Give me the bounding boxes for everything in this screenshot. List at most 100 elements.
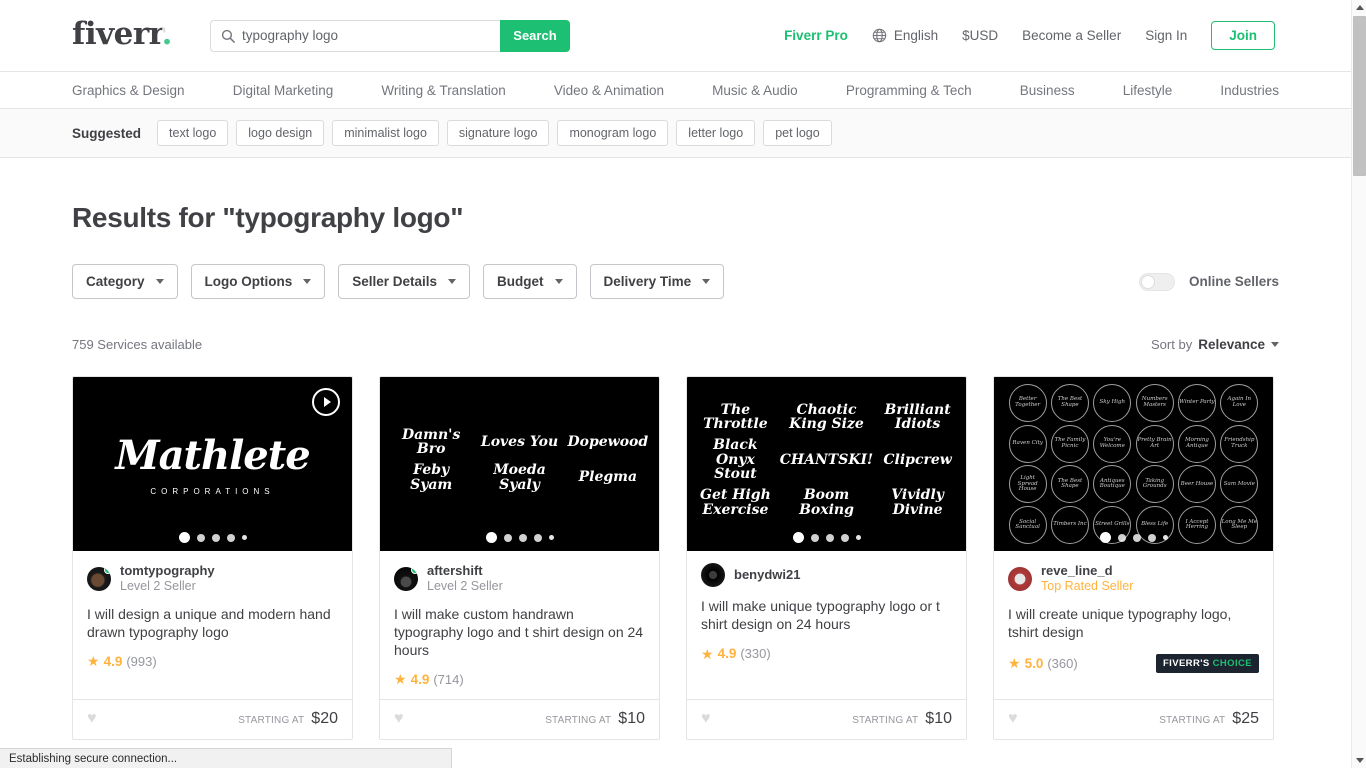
category-link-industries[interactable]: Industries (1220, 83, 1279, 98)
seller-name[interactable]: aftershift (427, 563, 503, 579)
heart-icon[interactable]: ♥ (701, 711, 711, 727)
artwork-cell: Moeda Syaly (493, 462, 546, 493)
nav-language[interactable]: English (872, 28, 938, 43)
filter-budget[interactable]: Budget (483, 264, 577, 299)
carousel-dot[interactable] (226, 533, 235, 542)
suggested-chip-logo-design[interactable]: logo design (236, 120, 325, 146)
category-link-graphics-design[interactable]: Graphics & Design (72, 83, 185, 98)
carousel-dot[interactable] (485, 532, 497, 543)
gig-title[interactable]: I will create unique typography logo, ts… (1008, 605, 1259, 641)
scroll-up-arrow-icon[interactable] (1352, 0, 1366, 15)
carousel-dot[interactable] (840, 533, 849, 542)
carousel-dot[interactable] (792, 532, 804, 543)
search-input-wrapper[interactable] (209, 19, 500, 52)
suggested-chip-monogram-logo[interactable]: monogram logo (557, 120, 669, 146)
online-sellers-toggle[interactable] (1138, 272, 1175, 291)
carousel-dot[interactable] (810, 533, 819, 542)
results-count: 759 Services available (72, 337, 203, 352)
gig-image[interactable]: Mathlete CORPORATIONS (73, 377, 352, 551)
suggested-chip-text-logo[interactable]: text logo (157, 120, 229, 146)
fiverr-logo-dot: . (161, 16, 172, 52)
artwork-main-text: Mathlete (115, 432, 310, 479)
suggested-chip-signature-logo[interactable]: signature logo (446, 120, 550, 146)
carousel-dot[interactable] (178, 532, 190, 543)
category-link-writing-translation[interactable]: Writing & Translation (381, 83, 505, 98)
carousel-dot[interactable] (1147, 533, 1156, 542)
filter-delivery-time[interactable]: Delivery Time (589, 264, 725, 299)
artwork-badge: The Best Shape (1050, 383, 1089, 422)
gig-seller[interactable]: tomtypography Level 2 Seller (87, 563, 338, 595)
nav-sign-in[interactable]: Sign In (1145, 28, 1187, 43)
scrollbar-thumb[interactable] (1353, 16, 1366, 176)
heart-icon[interactable]: ♥ (394, 711, 404, 727)
gig-image[interactable]: Better Together The Best Shape Sky High Num… (994, 377, 1273, 551)
carousel-dot[interactable] (518, 533, 527, 542)
carousel-dot[interactable] (1117, 533, 1126, 542)
gig-card[interactable]: Better Together The Best Shape Sky High Num… (993, 376, 1274, 740)
gig-seller[interactable]: reve_line_d Top Rated Seller (1008, 563, 1259, 595)
gig-rating: ★ 5.0 (360) FIVERR'S CHOICE (1008, 653, 1259, 685)
rating-count: (993) (126, 653, 157, 669)
rating-count: (360) (1047, 655, 1078, 671)
nav-fiverr-pro[interactable]: Fiverr Pro (784, 28, 848, 43)
filter-logo-options[interactable]: Logo Options (190, 264, 326, 299)
carousel-dot[interactable] (211, 533, 220, 542)
seller-meta: reve_line_d Top Rated Seller (1041, 563, 1133, 595)
gig-title[interactable]: I will design a unique and modern hand d… (87, 605, 338, 641)
carousel-dot[interactable] (241, 535, 247, 540)
play-video-icon[interactable] (312, 388, 340, 416)
join-button[interactable]: Join (1211, 21, 1275, 50)
gig-card[interactable]: Damn's Bro Loves You Dopewood Feby Syam Moed… (379, 376, 660, 740)
seller-name[interactable]: reve_line_d (1041, 563, 1133, 579)
gig-card[interactable]: Mathlete CORPORATIONS tomtypography Level 2… (72, 376, 353, 740)
search-button[interactable]: Search (499, 19, 570, 52)
heart-icon[interactable]: ♥ (87, 711, 97, 727)
gig-title[interactable]: I will make unique typography logo or t … (701, 597, 952, 633)
category-link-business[interactable]: Business (1020, 83, 1075, 98)
carousel-dot[interactable] (196, 533, 205, 542)
seller-name[interactable]: tomtypography (120, 563, 215, 579)
carousel-dot[interactable] (1162, 535, 1168, 540)
gig-seller[interactable]: benydwi21 (701, 563, 952, 587)
suggested-chip-minimalist-logo[interactable]: minimalist logo (332, 120, 439, 146)
carousel-dot[interactable] (825, 533, 834, 542)
gig-artwork: The Throttle Chaotic King Size Brilliant I… (687, 377, 966, 551)
artwork-badge: Numbers Masters (1135, 383, 1174, 422)
nav-currency[interactable]: $USD (962, 28, 998, 43)
filter-buttons: Category Logo Options Seller Details Budget… (72, 264, 725, 299)
carousel-dot[interactable] (503, 533, 512, 542)
artwork-badge: Pretty Brain Art (1135, 424, 1174, 463)
suggested-chip-pet-logo[interactable]: pet logo (763, 120, 832, 146)
page-scrollbar[interactable] (1351, 0, 1366, 768)
gig-title[interactable]: I will make custom handrawn typography l… (394, 605, 645, 659)
page-title: Results for "typography logo" (72, 202, 464, 233)
category-link-lifestyle[interactable]: Lifestyle (1123, 83, 1173, 98)
gig-image[interactable]: The Throttle Chaotic King Size Brilliant I… (687, 377, 966, 551)
carousel-dot[interactable] (548, 535, 554, 540)
online-sellers-label: Online Sellers (1188, 274, 1279, 289)
gig-image[interactable]: Damn's Bro Loves You Dopewood Feby Syam Moed… (380, 377, 659, 551)
suggested-chip-letter-logo[interactable]: letter logo (676, 120, 756, 146)
carousel-dot[interactable] (1099, 532, 1111, 543)
fiverr-logo[interactable]: fiverr. (72, 16, 172, 52)
seller-name[interactable]: benydwi21 (734, 567, 800, 583)
search-input[interactable] (241, 28, 487, 43)
chevron-down-icon (702, 279, 711, 284)
artwork-cell: Damn's Bro (401, 426, 461, 458)
filter-seller-details[interactable]: Seller Details (338, 264, 471, 299)
carousel-dot[interactable] (855, 535, 861, 540)
nav-become-a-seller[interactable]: Become a Seller (1022, 28, 1121, 43)
category-link-programming-tech[interactable]: Programming & Tech (846, 83, 972, 98)
category-link-video-animation[interactable]: Video & Animation (554, 83, 664, 98)
sort-control[interactable]: Sort by Relevance (1151, 337, 1279, 352)
filter-category[interactable]: Category (72, 264, 178, 299)
carousel-dot[interactable] (533, 533, 542, 542)
carousel-dot[interactable] (1132, 533, 1141, 542)
gig-card[interactable]: The Throttle Chaotic King Size Brilliant I… (686, 376, 967, 740)
heart-icon[interactable]: ♥ (1008, 711, 1018, 727)
gig-seller[interactable]: aftershift Level 2 Seller (394, 563, 645, 595)
category-link-music-audio[interactable]: Music & Audio (712, 83, 798, 98)
gig-artwork: Damn's Bro Loves You Dopewood Feby Syam Moed… (380, 377, 659, 551)
scroll-down-arrow-icon[interactable] (1352, 753, 1366, 768)
category-link-digital-marketing[interactable]: Digital Marketing (233, 83, 334, 98)
